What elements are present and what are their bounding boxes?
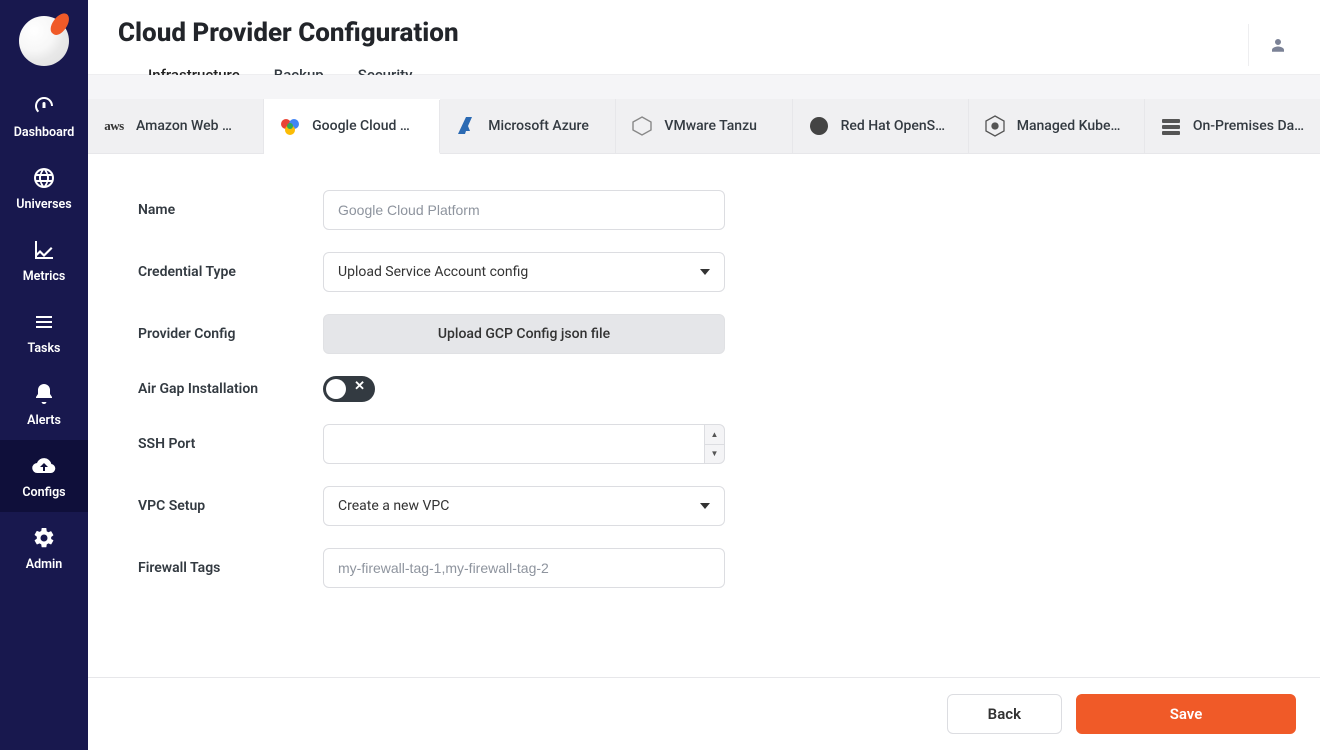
credential-type-select[interactable]: Upload Service Account config xyxy=(323,252,725,292)
provider-card: aws Amazon Web … Google Cloud … Microsof… xyxy=(88,99,1320,750)
main: Cloud Provider Configuration Infrastruct… xyxy=(88,0,1320,750)
openshift-icon xyxy=(807,114,831,138)
label-ssh-port: SSH Port xyxy=(138,436,323,452)
sidebar-item-label: Metrics xyxy=(23,269,66,284)
content: aws Amazon Web … Google Cloud … Microsof… xyxy=(88,75,1320,750)
sidebar-item-tasks[interactable]: Tasks xyxy=(0,296,88,368)
vpc-setup-value: Create a new VPC xyxy=(338,498,449,514)
sidebar-item-label: Admin xyxy=(26,557,62,572)
provider-tabs: aws Amazon Web … Google Cloud … Microsof… xyxy=(88,99,1320,154)
label-provider-config: Provider Config xyxy=(138,326,323,342)
ptab-azure[interactable]: Microsoft Azure xyxy=(440,99,616,153)
ssh-port-spinners: ▲ ▼ xyxy=(705,424,725,464)
gear-icon xyxy=(32,526,56,550)
aws-icon: aws xyxy=(102,114,126,138)
sidebar-item-dashboard[interactable]: Dashboard xyxy=(0,80,88,152)
name-input[interactable] xyxy=(338,191,710,229)
provider-form: Name Credential Type Upload Service Acco… xyxy=(88,154,1320,677)
sidebar-item-label: Tasks xyxy=(28,341,61,356)
bell-icon xyxy=(32,382,56,406)
form-footer: Back Save xyxy=(88,677,1320,750)
ssh-port-step-down[interactable]: ▼ xyxy=(705,445,724,464)
sidebar-item-label: Configs xyxy=(22,485,65,500)
name-input-wrap xyxy=(323,190,725,230)
back-button[interactable]: Back xyxy=(947,694,1062,734)
ptab-label: Google Cloud … xyxy=(312,118,410,134)
ssh-port-input[interactable] xyxy=(338,425,690,463)
chart-line-icon xyxy=(32,238,56,262)
server-icon xyxy=(1159,114,1183,138)
ptab-openshift[interactable]: Red Hat OpenS… xyxy=(793,99,969,153)
label-name: Name xyxy=(138,202,323,218)
page-title: Cloud Provider Configuration xyxy=(118,18,459,48)
user-icon xyxy=(1269,36,1287,54)
sidebar-item-admin[interactable]: Admin xyxy=(0,512,88,584)
sidebar: Dashboard Universes Metrics Tasks Alerts… xyxy=(0,0,88,750)
ssh-port-step-up[interactable]: ▲ xyxy=(705,425,724,445)
ptab-kubernetes[interactable]: Managed Kube… xyxy=(969,99,1145,153)
kubernetes-icon xyxy=(983,114,1007,138)
label-firewall-tags: Firewall Tags xyxy=(138,560,323,576)
vpc-setup-select[interactable]: Create a new VPC xyxy=(323,486,725,526)
label-air-gap: Air Gap Installation xyxy=(138,381,323,397)
app-logo xyxy=(19,16,69,66)
sidebar-item-label: Universes xyxy=(16,197,71,212)
ptab-onprem[interactable]: On-Premises Da… xyxy=(1145,99,1320,153)
topbar: Cloud Provider Configuration Infrastruct… xyxy=(88,0,1320,75)
upload-config-label: Upload GCP Config json file xyxy=(438,326,610,342)
list-icon xyxy=(32,310,56,334)
azure-icon xyxy=(454,114,478,138)
gcp-icon xyxy=(278,114,302,138)
toggle-off-icon: ✕ xyxy=(354,379,365,394)
credential-type-value: Upload Service Account config xyxy=(338,264,528,280)
ptab-aws[interactable]: aws Amazon Web … xyxy=(88,99,264,153)
label-credential-type: Credential Type xyxy=(138,264,323,280)
sidebar-item-metrics[interactable]: Metrics xyxy=(0,224,88,296)
sidebar-item-alerts[interactable]: Alerts xyxy=(0,368,88,440)
user-menu[interactable] xyxy=(1248,24,1290,66)
upload-config-button[interactable]: Upload GCP Config json file xyxy=(323,314,725,354)
label-vpc-setup: VPC Setup xyxy=(138,498,323,514)
vmware-icon xyxy=(630,114,654,138)
ptab-label: Managed Kube… xyxy=(1017,118,1121,134)
cloud-upload-icon xyxy=(32,454,56,478)
ssh-port-input-wrap xyxy=(323,424,705,464)
toggle-knob xyxy=(326,379,346,399)
air-gap-toggle[interactable]: ✕ xyxy=(323,376,375,402)
ptab-label: VMware Tanzu xyxy=(664,118,756,134)
globe-icon xyxy=(32,166,56,190)
sidebar-item-configs[interactable]: Configs xyxy=(0,440,88,512)
sidebar-item-label: Alerts xyxy=(27,413,61,428)
save-button[interactable]: Save xyxy=(1076,694,1296,734)
ptab-label: Amazon Web … xyxy=(136,118,232,134)
ptab-label: Red Hat OpenS… xyxy=(841,118,946,134)
sidebar-item-universes[interactable]: Universes xyxy=(0,152,88,224)
chevron-down-icon xyxy=(700,503,710,509)
firewall-tags-input-wrap xyxy=(323,548,725,588)
ptab-label: On-Premises Da… xyxy=(1193,118,1304,134)
gauge-icon xyxy=(32,94,56,118)
firewall-tags-input[interactable] xyxy=(338,549,710,587)
ptab-label: Microsoft Azure xyxy=(488,118,589,134)
chevron-down-icon xyxy=(700,269,710,275)
ptab-gcp[interactable]: Google Cloud … xyxy=(264,100,440,154)
ptab-vmware[interactable]: VMware Tanzu xyxy=(616,99,792,153)
sidebar-item-label: Dashboard xyxy=(14,125,75,140)
